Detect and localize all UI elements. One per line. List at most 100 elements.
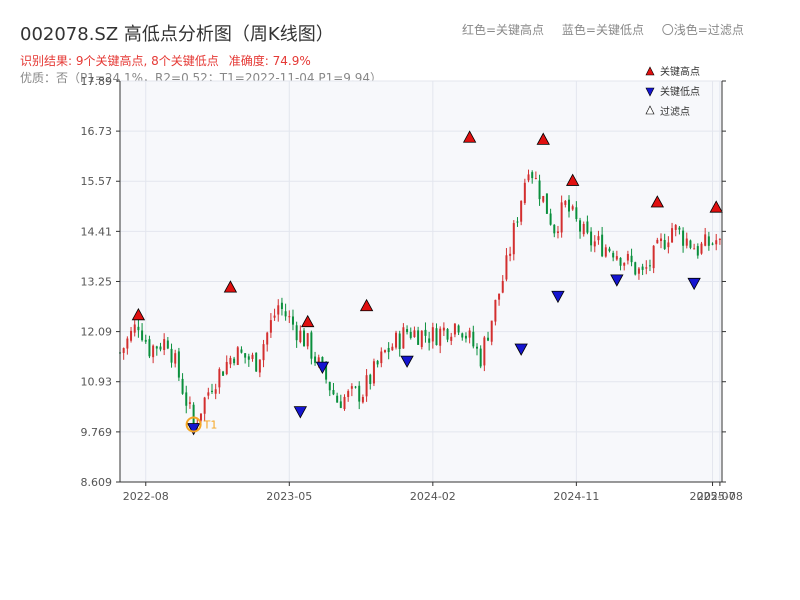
candle-body	[185, 392, 188, 406]
candle-body	[188, 402, 191, 404]
candle-body	[159, 346, 162, 350]
candle-body	[490, 320, 493, 342]
candle-body	[641, 266, 644, 270]
candle-body	[626, 253, 629, 261]
candle-body	[222, 371, 225, 376]
x-tick-label: 2024-02	[410, 490, 456, 503]
candle-body	[612, 252, 615, 258]
candle-body	[133, 324, 136, 333]
candle-body	[354, 386, 357, 388]
candle-body	[663, 239, 666, 249]
candle-body	[700, 243, 703, 254]
x-tick-label: 2025-08	[697, 490, 743, 503]
candle-body	[303, 330, 306, 347]
candle-body	[181, 378, 184, 394]
y-tick-label: 15.57	[81, 175, 113, 188]
candle-body	[126, 338, 129, 349]
candle-body	[542, 196, 545, 202]
candle-body	[498, 293, 501, 300]
candle-body	[604, 247, 607, 257]
candle-body	[704, 234, 707, 246]
candle-body	[667, 242, 670, 248]
y-tick-label: 12.09	[81, 326, 113, 339]
candle-body	[409, 331, 412, 338]
legend-entry: 关键低点	[660, 85, 700, 98]
candle-body	[527, 174, 530, 181]
x-tick-label: 2022-08	[123, 490, 169, 503]
candle-body	[538, 180, 541, 200]
candle-body	[192, 404, 195, 424]
candle-body	[475, 346, 478, 349]
candle-body	[520, 200, 523, 222]
x-tick-label: 2024-11	[553, 490, 599, 503]
candle-body	[277, 305, 280, 315]
candle-body	[207, 392, 210, 396]
candle-body	[361, 396, 364, 403]
candle-body	[365, 375, 368, 397]
candle-body	[299, 330, 302, 342]
candle-body	[383, 350, 386, 353]
candle-body	[420, 330, 423, 347]
candle-body	[579, 220, 582, 232]
y-tick-label: 17.89	[81, 75, 113, 88]
candle-body	[236, 347, 239, 366]
candle-body	[523, 182, 526, 204]
candle-body	[479, 348, 482, 367]
candle-body	[413, 330, 416, 338]
y-tick-label: 9.769	[81, 426, 113, 439]
candle-body	[442, 327, 445, 331]
candle-body	[597, 236, 600, 241]
candle-body	[707, 236, 710, 246]
candle-body	[637, 268, 640, 274]
candle-body	[395, 332, 398, 348]
candle-body	[240, 349, 243, 353]
candle-body	[291, 316, 294, 325]
candle-body	[464, 335, 467, 339]
candle-body	[468, 330, 471, 338]
candle-body	[380, 351, 383, 364]
candle-body	[564, 201, 567, 205]
y-tick-label: 14.41	[81, 225, 113, 238]
candle-body	[328, 382, 331, 391]
y-tick-label: 13.25	[81, 275, 113, 288]
candle-body	[163, 339, 166, 350]
candle-body	[461, 333, 464, 338]
candle-body	[347, 391, 350, 397]
candle-body	[678, 227, 681, 230]
t1-label: T1	[203, 418, 218, 431]
candle-body	[685, 238, 688, 246]
candle-body	[674, 225, 677, 230]
candle-body	[571, 206, 574, 210]
candle-body	[483, 337, 486, 366]
candle-body	[582, 223, 585, 235]
candle-body	[295, 325, 298, 341]
y-tick-label: 8.609	[81, 476, 113, 489]
candle-body	[590, 231, 593, 246]
candle-body	[391, 346, 394, 351]
candle-body	[218, 369, 221, 388]
candle-body	[417, 330, 420, 345]
candle-body	[174, 353, 177, 364]
candle-body	[586, 221, 589, 233]
candle-body	[122, 348, 125, 353]
candle-body	[718, 238, 721, 240]
candle-body	[266, 332, 269, 345]
candle-body	[358, 385, 361, 402]
candle-body	[568, 199, 571, 212]
candle-body	[494, 299, 497, 322]
candle-body	[619, 257, 622, 266]
candle-body	[501, 281, 504, 293]
candle-body	[155, 346, 158, 349]
candle-body	[332, 390, 335, 395]
candle-body	[645, 267, 648, 269]
candle-body	[534, 178, 537, 180]
candle-body	[376, 360, 379, 365]
candle-body	[549, 213, 552, 225]
candle-body	[601, 234, 604, 257]
candle-body	[512, 223, 515, 255]
candlestick-chart: T1 8.609 9.769 10.93 12.09 13.25 14.41 15.57 16…	[81, 65, 743, 503]
candle-body	[450, 336, 453, 341]
candle-body	[214, 389, 217, 394]
candle-body	[255, 352, 258, 372]
candle-body	[339, 401, 342, 408]
